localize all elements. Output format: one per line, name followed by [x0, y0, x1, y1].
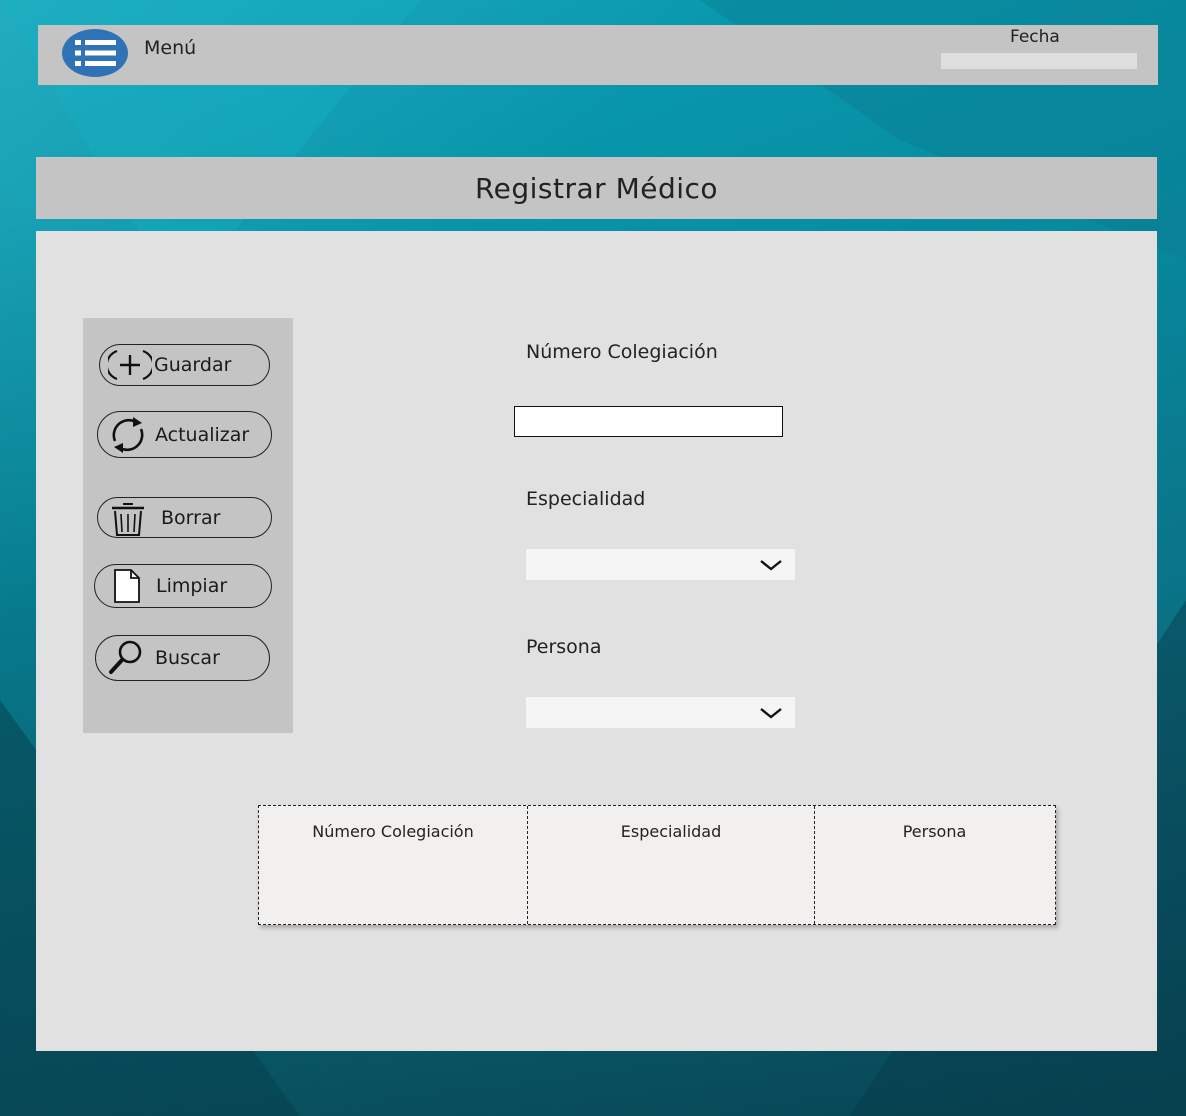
table-header-especialidad: Especialidad	[527, 806, 814, 924]
table-header-numero: Número Colegiación	[312, 822, 474, 841]
especialidad-select[interactable]	[526, 549, 795, 580]
results-table: Número Colegiación Especialidad Persona	[258, 805, 1056, 925]
plus-circle-icon	[108, 349, 152, 381]
action-toolbar: Guardar Actualizar Borrar Limpiar Buscar	[83, 318, 293, 733]
title-bar: Registrar Médico	[36, 157, 1157, 219]
menu-button[interactable]	[62, 29, 128, 77]
date-label: Fecha	[1010, 27, 1060, 47]
clear-button-label: Limpiar	[156, 575, 228, 597]
magnifier-icon	[109, 640, 142, 674]
chevron-down-icon	[760, 560, 782, 571]
date-field	[941, 53, 1137, 69]
persona-label: Persona	[526, 636, 602, 658]
delete-button[interactable]: Borrar	[97, 497, 272, 538]
save-button-label: Guardar	[154, 354, 232, 376]
list-icon	[75, 40, 116, 66]
menu-label[interactable]: Menú	[144, 37, 196, 59]
document-icon	[114, 569, 140, 603]
trash-icon	[112, 502, 144, 536]
refresh-icon	[112, 416, 144, 453]
delete-button-label: Borrar	[161, 506, 221, 529]
top-bar: Menú Fecha	[38, 25, 1158, 85]
especialidad-label: Especialidad	[526, 488, 646, 510]
page-title: Registrar Médico	[474, 171, 719, 205]
numero-input[interactable]	[514, 406, 783, 437]
update-button[interactable]: Actualizar	[97, 411, 272, 458]
chevron-down-icon	[760, 708, 782, 719]
clear-button[interactable]: Limpiar	[94, 564, 272, 608]
persona-select[interactable]	[526, 697, 795, 728]
numero-label: Número Colegiación	[526, 341, 718, 363]
save-button[interactable]: Guardar	[99, 344, 270, 386]
update-button-label: Actualizar	[155, 423, 250, 446]
table-header-persona: Persona	[814, 806, 1054, 924]
main-panel: Guardar Actualizar Borrar Limpiar Buscar…	[36, 231, 1157, 1051]
search-button-label: Buscar	[155, 647, 220, 669]
search-button[interactable]: Buscar	[95, 635, 270, 681]
